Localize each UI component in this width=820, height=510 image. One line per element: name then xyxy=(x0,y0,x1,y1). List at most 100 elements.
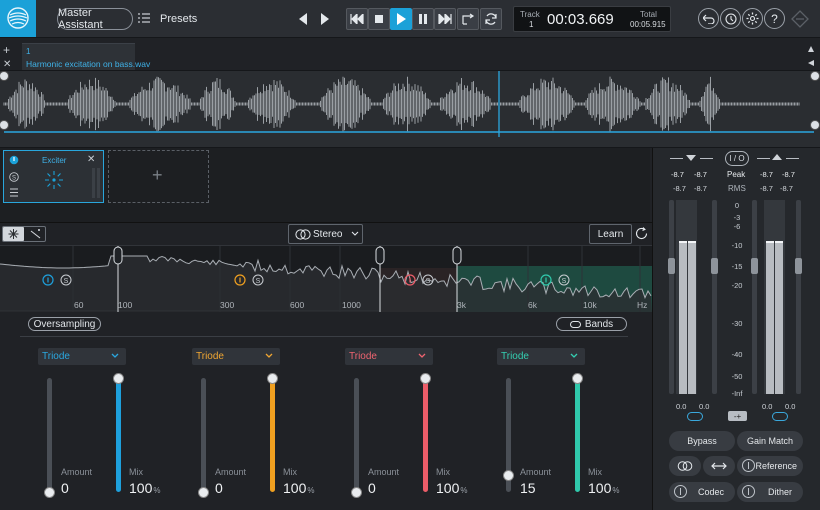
band-3-mix-slider[interactable] xyxy=(423,378,428,492)
band-3-amount-handle[interactable] xyxy=(351,487,362,498)
file-tab[interactable]: 1 Harmonic excitation on bass.wav xyxy=(22,43,150,72)
stop-button[interactable] xyxy=(368,8,390,30)
preset-list-icon[interactable] xyxy=(138,12,150,24)
band-4-mix-value-wrap[interactable]: 100% xyxy=(588,480,619,496)
band-1-amount-handle[interactable] xyxy=(44,487,55,498)
gain-match-button[interactable]: Gain Match xyxy=(737,431,803,451)
output-gain-fader-right[interactable] xyxy=(795,200,802,394)
preset-next-icon[interactable] xyxy=(320,13,330,25)
play-button[interactable] xyxy=(390,8,412,30)
band-4-amount-handle[interactable] xyxy=(503,469,514,481)
band-1-mix-slider[interactable] xyxy=(116,378,121,492)
scroll-left-icon[interactable] xyxy=(808,60,814,66)
band-3-mix-handle[interactable] xyxy=(420,373,431,384)
band-3-amount-slider[interactable] xyxy=(354,378,359,492)
band-2-mix-handle[interactable] xyxy=(267,373,278,384)
output-gain-fader-left[interactable] xyxy=(751,200,758,394)
band-4-mode-dropdown[interactable]: Triode xyxy=(497,348,585,365)
presets-label[interactable]: Presets xyxy=(160,13,197,25)
io-offset-icon[interactable]: -+ xyxy=(728,411,747,421)
rewind-button[interactable] xyxy=(346,8,368,30)
loop-button[interactable] xyxy=(480,8,502,30)
band-3-mode-dropdown[interactable]: Triode xyxy=(345,348,433,365)
selection-handle[interactable] xyxy=(810,120,820,130)
pause-button[interactable] xyxy=(412,8,434,30)
history-button[interactable] xyxy=(720,8,741,29)
input-collapse-icon[interactable] xyxy=(686,155,696,161)
add-module-slot[interactable]: + xyxy=(108,150,209,203)
stereo-icon xyxy=(295,229,311,240)
freq-tick-label: 10k xyxy=(583,300,597,310)
band-4-mix-slider[interactable] xyxy=(575,378,580,492)
crossover-handle[interactable] xyxy=(375,246,385,265)
chevron-down-icon xyxy=(351,231,359,236)
selection-handle[interactable] xyxy=(0,120,9,130)
band-2-amount-value[interactable]: 0 xyxy=(215,480,223,496)
reference-button[interactable]: Reference xyxy=(737,456,803,476)
connect-icon[interactable] xyxy=(790,9,810,29)
bypass-button[interactable]: Bypass xyxy=(669,431,735,451)
undo-button[interactable] xyxy=(698,8,719,29)
band-4-amount-value[interactable]: 15 xyxy=(520,480,536,496)
stereo-monitor-button[interactable] xyxy=(669,456,701,476)
band-1-amount-value[interactable]: 0 xyxy=(61,480,69,496)
add-file-icon[interactable]: + xyxy=(3,43,10,57)
band-1-amount-slider[interactable] xyxy=(47,378,52,492)
band-4-mix-handle[interactable] xyxy=(572,373,583,384)
exciter-module[interactable]: S Exciter ✕ xyxy=(3,150,104,203)
oversampling-button[interactable]: Oversampling xyxy=(28,317,101,331)
scroll-up-icon[interactable] xyxy=(808,46,814,52)
output-link-icon[interactable] xyxy=(772,412,788,421)
band-2-mix-value-wrap[interactable]: 100% xyxy=(283,480,314,496)
module-remove-icon[interactable]: ✕ xyxy=(87,154,95,165)
module-solo-icon[interactable]: S xyxy=(9,172,19,182)
preset-prev-icon[interactable] xyxy=(298,13,308,25)
band-1-mix-value-wrap[interactable]: 100% xyxy=(129,480,160,496)
settings-button[interactable] xyxy=(742,8,763,29)
waveform-overview[interactable] xyxy=(0,70,820,148)
selection-handle[interactable] xyxy=(810,71,820,81)
module-power-icon[interactable] xyxy=(9,155,19,165)
close-file-icon[interactable]: ✕ xyxy=(3,59,11,70)
input-gain-handle-right[interactable] xyxy=(711,258,718,274)
band-1-mode-dropdown[interactable]: Triode xyxy=(38,348,126,365)
band-3-amount-value[interactable]: 0 xyxy=(368,480,376,496)
swap-channels-button[interactable] xyxy=(703,456,735,476)
codec-button[interactable]: Codec xyxy=(669,482,735,502)
dither-button[interactable]: Dither xyxy=(737,482,803,502)
band-2-amount-slider[interactable] xyxy=(201,378,206,492)
output-collapse-icon[interactable] xyxy=(772,154,782,160)
band-2-mode-dropdown[interactable]: Triode xyxy=(192,348,280,365)
stereo-mode-dropdown[interactable]: Stereo xyxy=(288,224,363,244)
band-2-mix-slider[interactable] xyxy=(270,378,275,492)
spectrum-view-button[interactable] xyxy=(3,227,24,241)
input-gain-fader-right[interactable] xyxy=(711,200,718,394)
band-1-mix-handle[interactable] xyxy=(113,373,124,384)
fast-forward-button[interactable] xyxy=(434,8,456,30)
output-gain-handle-left[interactable] xyxy=(751,258,758,274)
input-gain-fader-left[interactable] xyxy=(668,200,675,394)
bands-button[interactable]: Bands xyxy=(556,317,627,331)
crossover-handle[interactable] xyxy=(452,246,462,265)
wand-view-button[interactable] xyxy=(26,227,45,241)
band-3-mix-value-wrap[interactable]: 100% xyxy=(436,480,467,496)
loop-region-button[interactable] xyxy=(457,8,479,30)
spectrum-band-display[interactable]: S S S S 60 100 300 600 1000 3k 6k 10k Hz xyxy=(0,245,652,312)
io-link-button[interactable]: I / O xyxy=(725,151,749,166)
selection-handle[interactable] xyxy=(0,71,9,81)
learn-refresh-icon[interactable] xyxy=(634,226,649,241)
band-4-mix-label: Mix xyxy=(588,467,602,477)
module-menu-icon[interactable] xyxy=(9,188,19,197)
band-1-mix-value: 100 xyxy=(129,480,153,496)
freq-tick-label: 1000 xyxy=(342,300,361,310)
learn-button[interactable]: Learn xyxy=(589,224,632,244)
output-gain-handle-right[interactable] xyxy=(795,258,802,274)
input-link-icon[interactable] xyxy=(687,412,703,421)
input-gain-handle-left[interactable] xyxy=(668,258,675,274)
crossover-handle[interactable] xyxy=(113,246,123,265)
master-assistant-button[interactable]: Master Assistant xyxy=(57,7,133,31)
izotope-logo-icon[interactable] xyxy=(0,0,36,37)
freq-tick-label: 100 xyxy=(118,300,132,310)
band-2-amount-handle[interactable] xyxy=(198,487,209,498)
help-button[interactable]: ? xyxy=(764,8,785,29)
